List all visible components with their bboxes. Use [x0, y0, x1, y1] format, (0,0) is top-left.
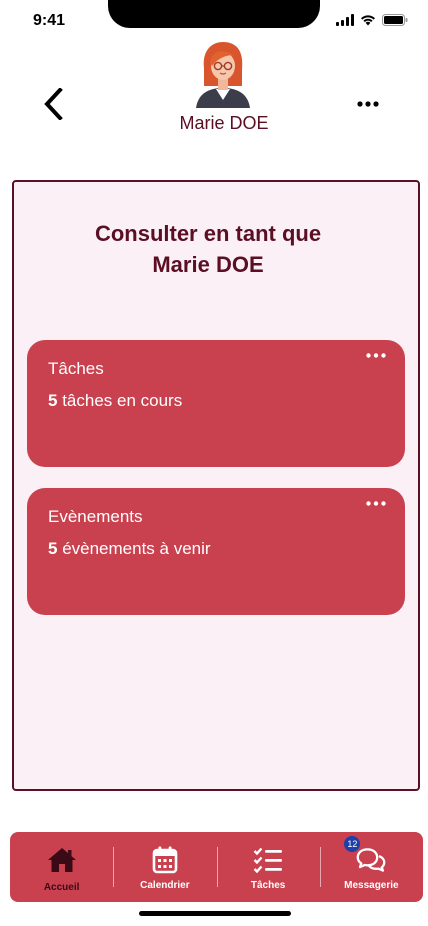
profile-name: Marie DOE: [179, 113, 269, 133]
consult-as-panel: Consulter en tant que Marie DOE Tâches 5…: [12, 180, 420, 791]
events-card-description: 5 évènements à venir: [48, 539, 211, 559]
tab-taches-label: Tâches: [250, 880, 286, 891]
events-card-text: évènements à venir: [57, 539, 211, 558]
device-notch: [108, 0, 320, 28]
more-horizontal-icon: [366, 352, 386, 358]
panel-title-line2: Marie DOE: [152, 252, 264, 277]
status-time: 9:41: [33, 12, 66, 29]
more-horizontal-icon: [366, 500, 386, 506]
panel-title: Consulter en tant que Marie DOE: [14, 218, 402, 280]
tab-accueil[interactable]: Accueil: [10, 832, 113, 902]
tab-messagerie-label: Messagerie: [344, 880, 399, 891]
tab-messagerie[interactable]: 12 Messagerie: [319, 832, 423, 902]
battery-icon: [382, 14, 408, 26]
events-card[interactable]: Evènements 5 évènements à venir: [27, 488, 405, 615]
cellular-signal-icon: [336, 14, 354, 26]
tab-accueil-label: Accueil: [43, 882, 80, 893]
wifi-icon: [361, 15, 375, 26]
tab-calendrier[interactable]: Calendrier: [113, 832, 216, 902]
status-icons: [336, 14, 408, 26]
chat-bubbles-icon: [356, 846, 386, 874]
tasks-card-title: Tâches: [48, 359, 104, 378]
panel-title-line1: Consulter en tant que: [94, 221, 322, 246]
tasks-card-description: 5 tâches en cours: [48, 391, 182, 411]
events-card-menu-button[interactable]: [363, 496, 389, 510]
tasks-card-menu-button[interactable]: [363, 348, 389, 362]
tasks-card[interactable]: Tâches 5 tâches en cours: [27, 340, 405, 467]
tab-calendrier-label: Calendrier: [140, 880, 190, 891]
more-horizontal-icon: [357, 101, 379, 107]
more-options-button[interactable]: [350, 94, 386, 114]
events-card-title: Evènements: [48, 507, 143, 526]
calendar-icon: [150, 846, 180, 874]
checklist-icon: [253, 846, 283, 874]
tasks-card-text: tâches en cours: [57, 391, 183, 410]
screen: 9:41 Marie DOE Consulter en tant que Mar…: [0, 0, 428, 926]
home-indicator: [139, 911, 291, 916]
home-icon: [47, 846, 77, 874]
bottom-tab-bar: Accueil Calendrier Tâches 12 Messagerie: [10, 832, 423, 902]
status-bar: 9:41: [0, 0, 428, 44]
avatar: [196, 42, 250, 108]
tab-taches[interactable]: Tâches: [216, 832, 320, 902]
